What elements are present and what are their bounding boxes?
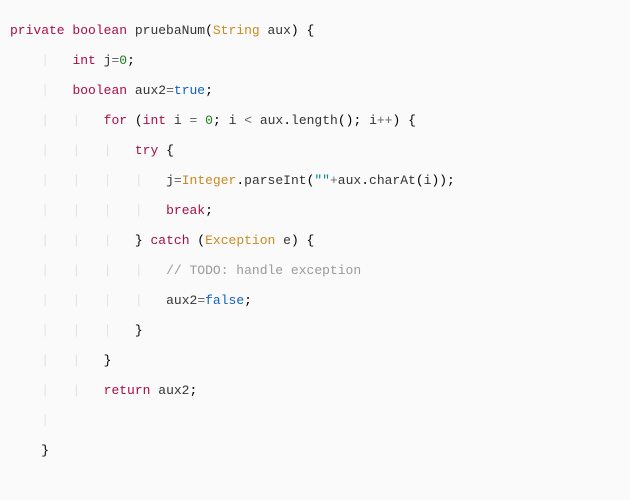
literal-false: false [205,293,244,308]
type-integer: Integer [182,173,237,188]
literal-string: "" [314,173,330,188]
keyword-int: int [72,53,95,68]
keyword-private: private [10,23,65,38]
literal-zero: 0 [205,113,213,128]
method-name: pruebaNum [135,23,205,38]
comment-todo: // TODO: handle exception [166,263,361,278]
keyword-boolean: boolean [72,83,127,98]
keyword-break: break [166,203,205,218]
keyword-try: try [135,143,158,158]
type-string: String [213,23,260,38]
keyword-int: int [143,113,166,128]
code-line: | | | | break; [10,203,620,218]
code-line: | | return aux2; [10,383,620,398]
code-line: | | | } catch (Exception e) { [10,233,620,248]
code-line: | | | | // TODO: handle exception [10,263,620,278]
param-aux: aux [268,23,291,38]
keyword-catch: catch [150,233,189,248]
code-line: | int j=0; [10,53,620,68]
type-exception: Exception [205,233,275,248]
code-line: | | | try { [10,143,620,158]
code-line: | | } [10,353,620,368]
code-line: private boolean pruebaNum(String aux) { [10,23,620,38]
literal-zero: 0 [119,53,127,68]
var-e: e [283,233,291,248]
literal-true: true [174,83,205,98]
code-line: | | for (int i = 0; i < aux.length(); i+… [10,113,620,128]
var-i: i [174,113,182,128]
code-line: | [10,413,620,428]
code-line: | | | | j=Integer.parseInt(""+aux.charAt… [10,173,620,188]
var-aux2: aux2 [135,83,166,98]
keyword-for: for [104,113,127,128]
keyword-return: return [104,383,151,398]
code-line: | boolean aux2=true; [10,83,620,98]
code-editor: private boolean pruebaNum(String aux) { … [0,0,630,481]
code-line: } [10,443,620,458]
code-line: | | | } [10,323,620,338]
code-line: | | | | aux2=false; [10,293,620,308]
keyword-boolean: boolean [72,23,127,38]
